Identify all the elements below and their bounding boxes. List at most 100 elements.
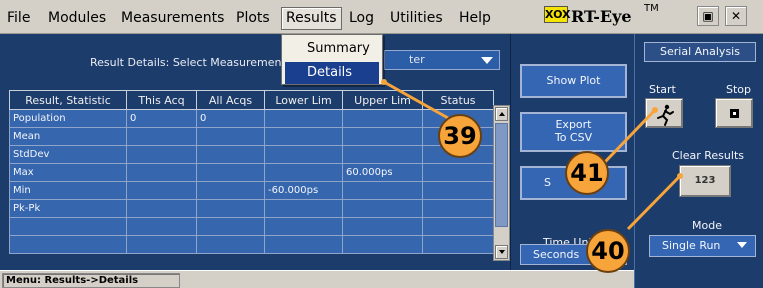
- value-cell: [422, 181, 494, 200]
- column-header: All Acqs: [196, 90, 265, 110]
- export-label-line1: Export: [555, 118, 592, 131]
- scroll-thumb[interactable]: [495, 123, 508, 227]
- value-cell: [342, 199, 423, 218]
- value-cell: [264, 109, 343, 128]
- chevron-down-icon: [481, 57, 493, 64]
- value-cell: [126, 235, 197, 254]
- menu-modules[interactable]: Modules: [48, 9, 106, 27]
- table-row: Max 60.000ps: [9, 163, 494, 182]
- value-cell: [126, 181, 197, 200]
- value-cell: -60.000ps: [264, 181, 343, 200]
- scroll-up-button[interactable]: [495, 107, 508, 121]
- clear-results-button[interactable]: 123: [679, 165, 731, 197]
- start-button[interactable]: [645, 98, 683, 128]
- measurement-select-value: ter: [409, 53, 425, 66]
- column-header: Upper Lim: [342, 90, 423, 110]
- value-cell: [264, 127, 343, 146]
- value-cell: [264, 235, 343, 254]
- table-row: Population 0 0: [9, 109, 494, 128]
- value-cell: [342, 217, 423, 236]
- results-dropdown-menu: Summary Details: [281, 34, 383, 85]
- value-cell: [422, 217, 494, 236]
- stop-label: Stop: [726, 83, 752, 96]
- results-table: Result, Statistic This Acq All Acqs Lowe…: [9, 90, 494, 261]
- arrow-up-icon: [499, 112, 505, 116]
- menu-log[interactable]: Log: [349, 9, 374, 27]
- value-cell: [342, 127, 423, 146]
- measurement-select[interactable]: ter: [384, 50, 500, 70]
- table-header-row: Result, Statistic This Acq All Acqs Lowe…: [9, 90, 494, 110]
- value-cell: [264, 199, 343, 218]
- export-label-line2: To CSV: [554, 131, 593, 144]
- value-cell: [196, 199, 265, 218]
- value-cell: [126, 145, 197, 164]
- table-row: StdDev: [9, 145, 494, 164]
- value-cell: [126, 127, 197, 146]
- row-label-cell: Max: [9, 163, 127, 182]
- result-details-label: Result Details: Select Measurement: [90, 56, 286, 69]
- time-units-value: Seconds: [533, 248, 580, 261]
- close-window-icon[interactable]: ✕: [725, 6, 747, 26]
- menu-help[interactable]: Help: [459, 9, 491, 27]
- value-cell: [422, 163, 494, 182]
- menu-bar: File Modules Measurements Plots Results …: [0, 0, 763, 34]
- column-header: Lower Lim: [264, 90, 343, 110]
- stop-button[interactable]: [715, 98, 753, 128]
- arrow-down-icon: [499, 250, 505, 254]
- value-cell: [342, 235, 423, 254]
- serial-analysis-panel: Serial Analysis Start Stop Clear Results…: [634, 34, 763, 288]
- row-label-cell: [9, 235, 127, 254]
- brand-tm: TM: [644, 3, 659, 14]
- value-cell: [126, 199, 197, 218]
- chevron-down-icon: [737, 242, 747, 248]
- menu-file[interactable]: File: [7, 9, 30, 27]
- row-label-cell: Mean: [9, 127, 127, 146]
- row-label-cell: Population: [9, 109, 127, 128]
- brand: XOX RT-Eye TM: [544, 3, 662, 31]
- value-cell: [126, 217, 197, 236]
- menu-measurements[interactable]: Measurements: [121, 9, 224, 27]
- value-cell: [196, 163, 265, 182]
- menu-plots[interactable]: Plots: [236, 9, 270, 27]
- value-cell: [422, 199, 494, 218]
- value-cell: 0: [196, 109, 265, 128]
- value-cell: [126, 163, 197, 182]
- running-man-icon: [657, 104, 674, 126]
- table-scrollbar[interactable]: [493, 105, 510, 261]
- table-row: [9, 235, 494, 254]
- value-cell: [196, 145, 265, 164]
- value-cell: [196, 217, 265, 236]
- restore-window-icon[interactable]: ▣: [697, 6, 719, 26]
- value-cell: 60.000ps: [342, 163, 423, 182]
- export-csv-button[interactable]: Export To CSV: [520, 112, 627, 152]
- row-label-cell: Min: [9, 181, 127, 200]
- value-cell: 0: [126, 109, 197, 128]
- stop-icon: [730, 109, 739, 118]
- value-cell: [264, 217, 343, 236]
- mode-value: Single Run: [662, 239, 721, 252]
- mode-label: Mode: [692, 219, 722, 232]
- status-text: Menu: Results->Details: [2, 273, 180, 288]
- table-row: Min -60.000ps: [9, 181, 494, 200]
- scroll-down-button[interactable]: [495, 245, 508, 259]
- column-header: Result, Statistic: [9, 90, 127, 110]
- column-header: This Acq: [126, 90, 197, 110]
- menu-results[interactable]: Results: [281, 7, 342, 30]
- value-cell: [196, 127, 265, 146]
- menu-utilities[interactable]: Utilities: [390, 9, 443, 27]
- serial-analysis-title: Serial Analysis: [644, 42, 756, 62]
- mode-select[interactable]: Single Run: [649, 235, 756, 257]
- callout-39: 39: [438, 114, 482, 158]
- value-cell: [342, 109, 423, 128]
- show-plot-button[interactable]: Show Plot: [520, 64, 627, 98]
- menu-item-details[interactable]: Details: [285, 62, 379, 84]
- row-label-cell: Pk-Pk: [9, 199, 127, 218]
- value-cell: [422, 235, 494, 254]
- value-cell: [196, 235, 265, 254]
- value-cell: [264, 163, 343, 182]
- row-label-cell: [9, 217, 127, 236]
- menu-item-summary[interactable]: Summary: [285, 38, 379, 60]
- value-cell: [342, 145, 423, 164]
- brand-name: RT-Eye: [571, 7, 632, 26]
- value-cell: [342, 181, 423, 200]
